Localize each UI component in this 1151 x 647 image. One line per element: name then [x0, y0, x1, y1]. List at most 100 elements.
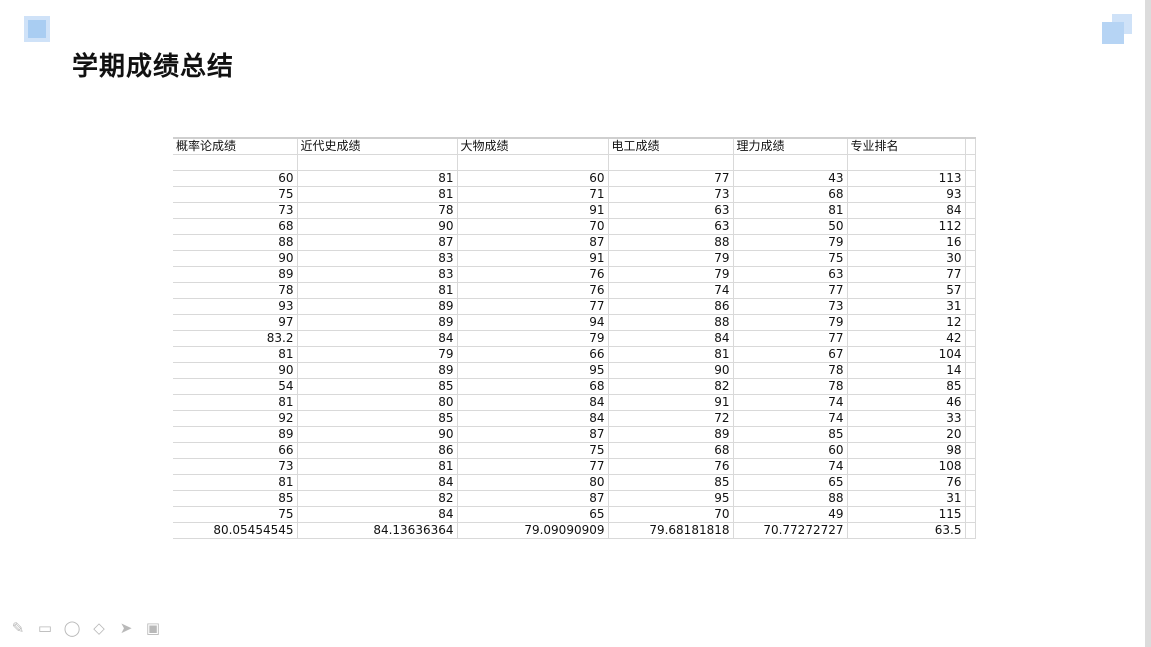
- table-cell[interactable]: 65: [457, 506, 609, 523]
- table-cell[interactable]: 81: [297, 170, 458, 187]
- table-cell[interactable]: 94: [457, 314, 609, 331]
- table-cell[interactable]: 93: [847, 186, 966, 203]
- table-cell[interactable]: 49: [733, 506, 848, 523]
- table-cell[interactable]: 89: [173, 426, 298, 443]
- table-cell[interactable]: 84: [297, 474, 458, 491]
- table-cell[interactable]: 93: [173, 298, 298, 315]
- table-cell[interactable]: 79: [608, 266, 734, 283]
- marker-icon[interactable]: ▭: [35, 618, 55, 638]
- table-cell[interactable]: 88: [733, 490, 848, 507]
- table-cell[interactable]: [608, 154, 734, 171]
- table-cell[interactable]: [965, 234, 976, 251]
- table-cell[interactable]: 87: [457, 234, 609, 251]
- table-cell[interactable]: 78: [297, 202, 458, 219]
- table-cell[interactable]: 90: [297, 218, 458, 235]
- table-cell[interactable]: 81: [297, 282, 458, 299]
- table-cell[interactable]: 85: [297, 410, 458, 427]
- table-cell[interactable]: 73: [173, 202, 298, 219]
- table-cell[interactable]: [965, 330, 976, 347]
- table-cell[interactable]: 77: [847, 266, 966, 283]
- table-cell[interactable]: 80.05454545: [173, 522, 298, 539]
- table-cell[interactable]: 76: [457, 266, 609, 283]
- table-cell[interactable]: 70: [608, 506, 734, 523]
- table-cell[interactable]: [965, 266, 976, 283]
- table-cell[interactable]: 80: [457, 474, 609, 491]
- table-cell[interactable]: 78: [733, 378, 848, 395]
- table-cell[interactable]: 75: [173, 506, 298, 523]
- table-cell[interactable]: 88: [608, 234, 734, 251]
- table-cell[interactable]: 57: [847, 282, 966, 299]
- table-cell[interactable]: 81: [173, 474, 298, 491]
- table-cell[interactable]: [457, 154, 609, 171]
- table-cell[interactable]: 14: [847, 362, 966, 379]
- table-cell[interactable]: 76: [608, 458, 734, 475]
- table-cell[interactable]: 67: [733, 346, 848, 363]
- table-cell[interactable]: 95: [608, 490, 734, 507]
- table-cell[interactable]: 87: [457, 490, 609, 507]
- table-cell[interactable]: 68: [457, 378, 609, 395]
- table-cell[interactable]: 90: [297, 426, 458, 443]
- table-cell[interactable]: 60: [457, 170, 609, 187]
- pen-icon[interactable]: ✎: [8, 618, 28, 638]
- table-cell[interactable]: [965, 314, 976, 331]
- table-cell[interactable]: [965, 362, 976, 379]
- table-cell[interactable]: [965, 250, 976, 267]
- table-cell[interactable]: 63.5: [847, 522, 966, 539]
- table-cell[interactable]: [965, 186, 976, 203]
- table-cell[interactable]: 31: [847, 298, 966, 315]
- table-cell[interactable]: [965, 474, 976, 491]
- table-cell[interactable]: 97: [173, 314, 298, 331]
- header-cell[interactable]: 电工成绩: [608, 137, 734, 155]
- table-cell[interactable]: 81: [297, 186, 458, 203]
- table-cell[interactable]: 31: [847, 490, 966, 507]
- table-cell[interactable]: 76: [457, 282, 609, 299]
- table-cell[interactable]: 42: [847, 330, 966, 347]
- screen-icon[interactable]: ▣: [143, 618, 163, 638]
- table-cell[interactable]: 84: [297, 330, 458, 347]
- header-cell[interactable]: 近代史成绩: [297, 137, 458, 155]
- table-cell[interactable]: 16: [847, 234, 966, 251]
- table-cell[interactable]: 73: [733, 298, 848, 315]
- table-cell[interactable]: 60: [173, 170, 298, 187]
- table-cell[interactable]: 50: [733, 218, 848, 235]
- table-cell[interactable]: 43: [733, 170, 848, 187]
- table-cell[interactable]: 84: [457, 394, 609, 411]
- header-cell[interactable]: 理力成绩: [733, 137, 848, 155]
- table-cell[interactable]: 66: [173, 442, 298, 459]
- table-cell[interactable]: 68: [173, 218, 298, 235]
- table-cell[interactable]: 90: [608, 362, 734, 379]
- table-cell[interactable]: 83.2: [173, 330, 298, 347]
- header-cell[interactable]: 概率论成绩: [173, 137, 298, 155]
- table-cell[interactable]: 77: [457, 458, 609, 475]
- table-cell[interactable]: 80: [297, 394, 458, 411]
- table-cell[interactable]: 63: [608, 202, 734, 219]
- table-cell[interactable]: [965, 154, 976, 171]
- table-cell[interactable]: 85: [297, 378, 458, 395]
- table-cell[interactable]: 78: [173, 282, 298, 299]
- table-cell[interactable]: [965, 298, 976, 315]
- table-cell[interactable]: 79.68181818: [608, 522, 734, 539]
- table-cell[interactable]: [965, 442, 976, 459]
- table-cell[interactable]: 79: [457, 330, 609, 347]
- header-cell[interactable]: [965, 137, 976, 155]
- table-cell[interactable]: 68: [608, 442, 734, 459]
- table-cell[interactable]: 89: [297, 298, 458, 315]
- table-cell[interactable]: 98: [847, 442, 966, 459]
- table-cell[interactable]: 63: [608, 218, 734, 235]
- table-cell[interactable]: 112: [847, 218, 966, 235]
- table-cell[interactable]: 20: [847, 426, 966, 443]
- table-cell[interactable]: [965, 490, 976, 507]
- table-cell[interactable]: 63: [733, 266, 848, 283]
- table-cell[interactable]: 60: [733, 442, 848, 459]
- table-cell[interactable]: 73: [173, 458, 298, 475]
- table-cell[interactable]: 89: [608, 426, 734, 443]
- table-cell[interactable]: 77: [733, 282, 848, 299]
- table-cell[interactable]: 91: [457, 250, 609, 267]
- table-cell[interactable]: 72: [608, 410, 734, 427]
- table-cell[interactable]: [965, 346, 976, 363]
- table-cell[interactable]: [965, 458, 976, 475]
- table-cell[interactable]: 89: [297, 314, 458, 331]
- table-cell[interactable]: 88: [173, 234, 298, 251]
- table-cell[interactable]: [847, 154, 966, 171]
- table-cell[interactable]: 74: [733, 394, 848, 411]
